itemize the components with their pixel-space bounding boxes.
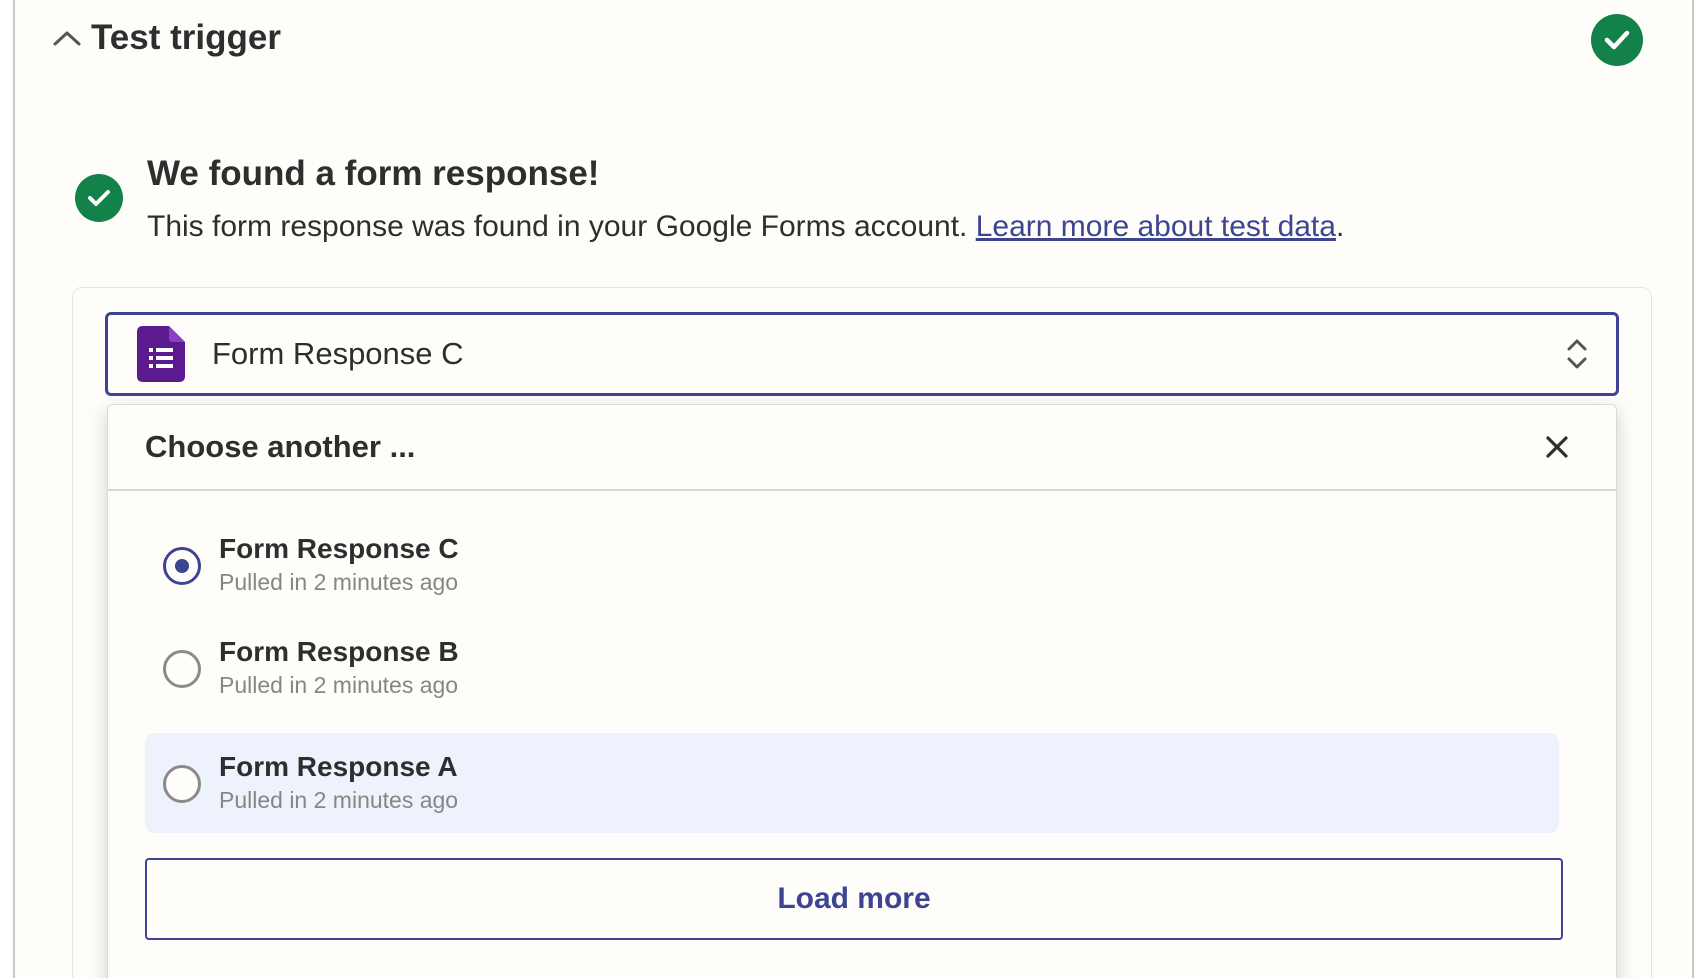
step-complete-check-icon (1591, 14, 1643, 66)
radio-selected[interactable] (163, 547, 201, 585)
dropdown-title: Choose another ... (145, 429, 416, 464)
close-button[interactable] (1540, 430, 1574, 464)
found-check-icon (75, 174, 123, 222)
learn-more-link[interactable]: Learn more about test data (976, 210, 1336, 243)
response-option-c[interactable]: Form Response C Pulled in 2 minutes ago (145, 515, 1559, 615)
selected-response-value: Form Response C (212, 336, 464, 371)
result-title: We found a form response! (147, 154, 600, 193)
step-title: Test trigger (91, 18, 281, 57)
step-panel: Test trigger We found a form response! T… (13, 0, 1694, 978)
chevron-up-down-icon (1567, 339, 1587, 369)
chevron-up-icon (53, 31, 81, 46)
result-description-trailing: . (1335, 210, 1345, 243)
result-description: This form response was found in your Goo… (147, 207, 1344, 247)
collapse-toggle[interactable] (47, 18, 87, 58)
response-option-b[interactable]: Form Response B Pulled in 2 minutes ago (145, 618, 1559, 718)
radio-unselected[interactable] (163, 650, 201, 688)
option-label: Form Response B (219, 636, 459, 667)
option-subtext: Pulled in 2 minutes ago (219, 672, 459, 698)
google-forms-icon (137, 326, 185, 382)
result-description-text: This form response was found in your Goo… (147, 210, 976, 243)
option-subtext: Pulled in 2 minutes ago (219, 569, 459, 595)
screen: Test trigger We found a form response! T… (0, 0, 1698, 978)
close-icon (1546, 436, 1568, 458)
option-label: Form Response A (219, 751, 458, 782)
response-option-a[interactable]: Form Response A Pulled in 2 minutes ago (145, 733, 1559, 833)
response-dropdown: Choose another ... Form Response C Pulle… (107, 404, 1617, 978)
radio-unselected[interactable] (163, 765, 201, 803)
load-more-button[interactable]: Load more (145, 858, 1563, 940)
option-label: Form Response C (219, 533, 459, 564)
dropdown-header: Choose another ... (108, 405, 1616, 491)
option-subtext: Pulled in 2 minutes ago (219, 787, 459, 813)
